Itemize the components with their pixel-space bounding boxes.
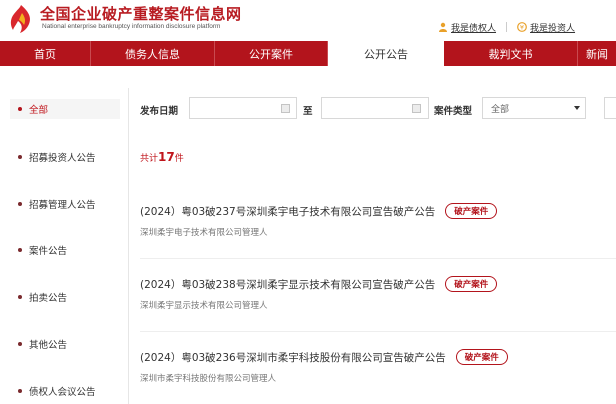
announcement-title-link[interactable]: (2024）粤03破236号深圳市柔宇科技股份有限公司宣告破产公告 [140, 350, 446, 365]
list-item: (2024）粤03破238号深圳柔宇显示技术有限公司宣告破产公告 破产案件 深圳… [140, 276, 616, 311]
list-item: (2024）粤03破236号深圳市柔宇科技股份有限公司宣告破产公告 破产案件 深… [140, 349, 616, 384]
case-type-badge: 破产案件 [445, 276, 498, 292]
case-type-label: 案件类型 [434, 106, 473, 117]
calendar-icon[interactable] [412, 104, 421, 113]
announcement-publisher: 深圳柔宇显示技术有限公司管理人 [140, 301, 268, 311]
calendar-icon[interactable] [281, 104, 290, 113]
bullet-icon [18, 202, 22, 206]
site-title[interactable]: 全国企业破产重整案件信息网 [40, 3, 242, 24]
sidebar-item-label: 案件公告 [29, 246, 68, 257]
sidebar-item-other-announcements[interactable]: 其他公告 [10, 334, 120, 354]
case-type-badge: 破产案件 [445, 203, 498, 219]
sidebar-item-label: 招募投资人公告 [29, 153, 96, 164]
sidebar-item-case-announcements[interactable]: 案件公告 [10, 240, 120, 260]
sidebar-item-label: 拍卖公告 [29, 293, 68, 304]
bullet-icon [18, 107, 22, 111]
creditor-link-label: 我是债权人 [451, 23, 497, 34]
announcement-title-link[interactable]: (2024）粤03破237号深圳柔宇电子技术有限公司宣告破产公告 [140, 204, 435, 219]
svg-text:¥: ¥ [520, 24, 524, 32]
extra-filter-input[interactable] [604, 97, 616, 119]
sidebar-item-creditor-meeting[interactable]: 债权人会议公告 [10, 381, 120, 401]
bullet-icon [18, 155, 22, 159]
nav-news[interactable]: 新闻 [578, 41, 616, 66]
sidebar-item-label: 其他公告 [29, 340, 68, 351]
main-nav: 首页 债务人信息 公开案件 公开公告 裁判文书 新闻 [0, 41, 616, 66]
sidebar-item-auction-announcements[interactable]: 拍卖公告 [10, 287, 120, 307]
result-count-prefix: 共计 [140, 154, 159, 164]
case-type-badge: 破产案件 [455, 349, 508, 365]
investor-link-label: 我是投资人 [530, 23, 576, 34]
nav-judgments[interactable]: 裁判文书 [444, 41, 578, 66]
row-divider [140, 258, 616, 259]
bullet-icon [18, 389, 22, 393]
nav-debtor-info[interactable]: 债务人信息 [91, 41, 215, 66]
user-links: 我是债权人 ¥ 我是投资人 [438, 20, 575, 34]
sidebar-item-investor-recruitment[interactable]: 招募投资人公告 [10, 147, 120, 167]
bullet-icon [18, 248, 22, 252]
case-type-select[interactable]: 全部 [482, 97, 586, 119]
site-subtitle: National enterprise bankruptcy informati… [42, 23, 221, 30]
logo-icon[interactable] [8, 4, 34, 34]
sidebar-divider [128, 88, 129, 404]
sidebar-item-label: 全部 [29, 105, 49, 116]
investor-icon: ¥ [517, 22, 527, 32]
nav-home[interactable]: 首页 [0, 41, 91, 66]
result-count-suffix: 件 [174, 154, 184, 164]
bullet-icon [18, 295, 22, 299]
announcement-publisher: 深圳柔宇电子技术有限公司管理人 [140, 228, 268, 238]
link-divider [506, 22, 508, 32]
announcement-publisher: 深圳市柔宇科技股份有限公司管理人 [140, 374, 277, 384]
to-label: 至 [303, 106, 313, 117]
sidebar-item-label: 债权人会议公告 [29, 387, 96, 398]
list-item: (2024）粤03破237号深圳柔宇电子技术有限公司宣告破产公告 破产案件 深圳… [140, 203, 616, 238]
announcement-title-link[interactable]: (2024）粤03破238号深圳柔宇显示技术有限公司宣告破产公告 [140, 277, 435, 292]
sidebar-item-all[interactable]: 全部 [10, 99, 120, 119]
result-count-number: 17 [158, 150, 175, 164]
publish-date-label: 发布日期 [140, 106, 179, 117]
case-type-selected: 全部 [491, 104, 510, 115]
sidebar-item-label: 招募管理人公告 [29, 200, 96, 211]
nav-public-cases[interactable]: 公开案件 [215, 41, 328, 66]
row-divider [140, 331, 616, 332]
investor-link[interactable]: ¥ 我是投资人 [517, 21, 575, 34]
result-count: 共计17件 [140, 150, 184, 164]
chevron-down-icon [574, 106, 580, 110]
creditor-link[interactable]: 我是债权人 [438, 21, 496, 34]
user-icon [439, 22, 447, 32]
nav-public-announcements[interactable]: 公开公告 [328, 41, 444, 66]
sidebar-item-manager-recruitment[interactable]: 招募管理人公告 [10, 194, 120, 214]
bullet-icon [18, 342, 22, 346]
site-header: 全国企业破产重整案件信息网 National enterprise bankru… [0, 0, 616, 40]
